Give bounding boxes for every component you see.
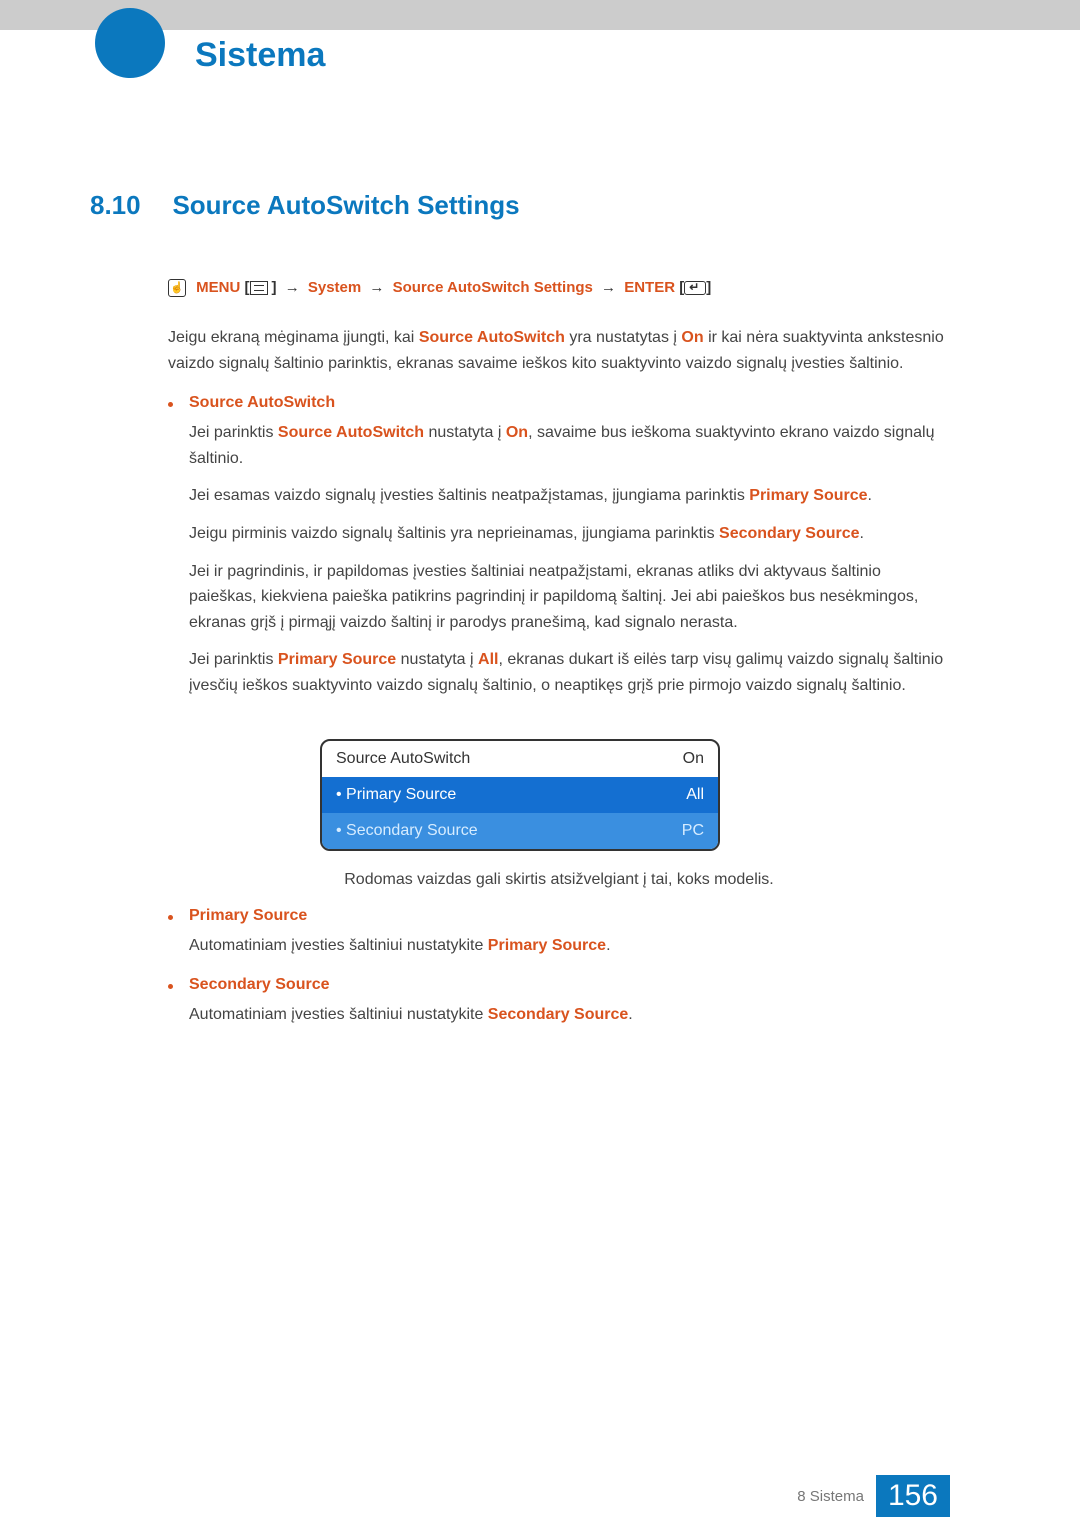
text-fragment: . [868, 487, 872, 504]
text-fragment: nustatyta į [424, 424, 506, 441]
bullet-title: Secondary Source [189, 976, 330, 994]
bullet-body: Automatiniam įvesties šaltiniui nustatyk… [189, 1002, 950, 1028]
section-heading: 8.10 Source AutoSwitch Settings [90, 190, 950, 221]
text-fragment: Automatiniam įvesties šaltiniui nustatyk… [189, 937, 488, 954]
menu-button-icon [250, 281, 268, 295]
osd-label: • Primary Source [336, 786, 456, 804]
text-fragment: Jei parinktis [189, 651, 278, 668]
path-system: System [308, 279, 361, 296]
text-highlight: Source AutoSwitch [419, 329, 565, 346]
osd-value: PC [682, 822, 704, 840]
osd-label: Source AutoSwitch [336, 750, 470, 768]
text-fragment: Automatiniam įvesties šaltiniui nustatyk… [189, 1006, 488, 1023]
text-fragment: . [628, 1006, 632, 1023]
remote-icon: ☝ [168, 279, 186, 297]
bullet-primary-source: Primary Source [168, 907, 950, 925]
text-highlight: On [506, 424, 528, 441]
text-fragment: Jeigu pirminis vaizdo signalų šaltinis y… [189, 525, 719, 542]
bullet-secondary-source: Secondary Source [168, 976, 950, 994]
enter-label: ENTER [624, 279, 675, 296]
menu-label: MENU [196, 279, 240, 296]
chapter-tab-circle [95, 8, 165, 78]
menu-path: ☝ MENU [] → System → Source AutoSwitch S… [168, 279, 950, 297]
section-title: Source AutoSwitch Settings [172, 190, 519, 221]
text-highlight: All [478, 651, 498, 668]
text-fragment: . [860, 525, 864, 542]
osd-value: All [686, 786, 704, 804]
text-fragment: yra nustatytas į [565, 329, 682, 346]
bullet-body: Automatiniam įvesties šaltiniui nustatyk… [189, 933, 950, 959]
osd-row-secondary-source: • Secondary Source PC [322, 813, 718, 849]
bullet-title: Source AutoSwitch [189, 394, 335, 412]
bullet-body: Jei parinktis Source AutoSwitch nustatyt… [189, 420, 950, 698]
text-fragment: . [606, 937, 610, 954]
osd-menu: Source AutoSwitch On • Primary Source Al… [320, 739, 720, 851]
bullet-title: Primary Source [189, 907, 307, 925]
bullet-source-autoswitch: Source AutoSwitch [168, 394, 950, 412]
footer-chapter-label: 8 Sistema [797, 1488, 864, 1505]
text-highlight: Primary Source [278, 651, 396, 668]
osd-row-source-autoswitch: Source AutoSwitch On [322, 741, 718, 777]
osd-row-primary-source: • Primary Source All [322, 777, 718, 813]
text-fragment: Jei parinktis [189, 424, 278, 441]
enter-button-icon [684, 281, 706, 295]
osd-caption: Rodomas vaizdas gali skirtis atsižvelgia… [168, 871, 950, 889]
chapter-title: Sistema [195, 36, 335, 75]
page-content: 8.10 Source AutoSwitch Settings ☝ MENU [… [90, 190, 950, 1040]
osd-label: • Secondary Source [336, 822, 478, 840]
text-highlight: Primary Source [488, 937, 606, 954]
page-footer: 8 Sistema 156 [0, 1477, 1080, 1527]
page-number: 156 [876, 1475, 950, 1517]
path-settings: Source AutoSwitch Settings [393, 279, 593, 296]
osd-value: On [683, 750, 704, 768]
text-highlight: Source AutoSwitch [278, 424, 424, 441]
text-highlight: Secondary Source [488, 1006, 629, 1023]
text-fragment: Jei esamas vaizdo signalų įvesties šalti… [189, 487, 749, 504]
intro-paragraph: Jeigu ekraną mėginama įjungti, kai Sourc… [168, 325, 950, 376]
text-fragment: nustatyta į [396, 651, 478, 668]
bullet-icon [168, 402, 173, 407]
text-fragment: Jeigu ekraną mėginama įjungti, kai [168, 329, 419, 346]
bullet-icon [168, 915, 173, 920]
text-highlight: Primary Source [749, 487, 867, 504]
top-bar [0, 0, 1080, 30]
text-highlight: On [681, 329, 703, 346]
text-highlight: Secondary Source [719, 525, 860, 542]
bullet-icon [168, 984, 173, 989]
text-paragraph: Jei ir pagrindinis, ir papildomas įvesti… [189, 559, 950, 636]
section-number: 8.10 [90, 190, 168, 221]
